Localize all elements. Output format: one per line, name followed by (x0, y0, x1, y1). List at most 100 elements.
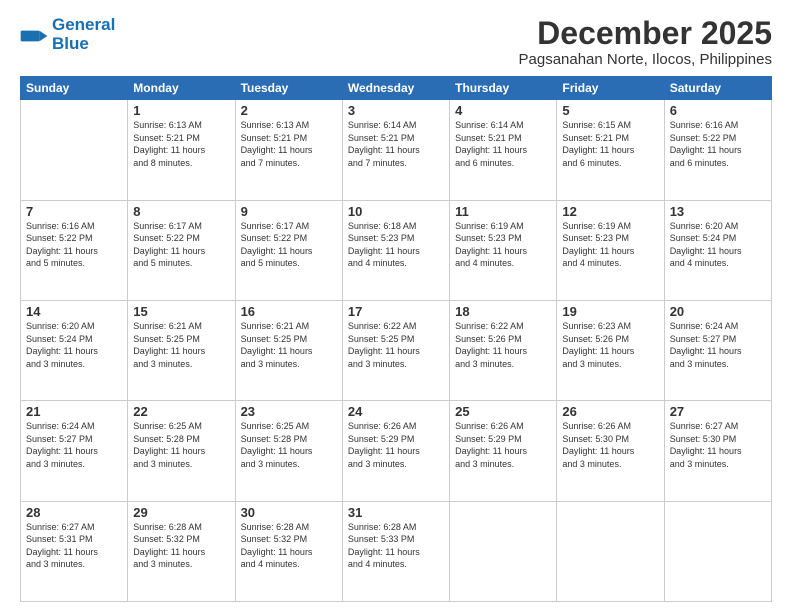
day-number: 26 (562, 404, 658, 419)
calendar-cell: 10Sunrise: 6:18 AM Sunset: 5:23 PM Dayli… (342, 200, 449, 300)
day-info: Sunrise: 6:21 AM Sunset: 5:25 PM Dayligh… (133, 320, 229, 370)
day-info: Sunrise: 6:28 AM Sunset: 5:32 PM Dayligh… (241, 521, 337, 571)
day-number: 10 (348, 204, 444, 219)
day-number: 6 (670, 103, 766, 118)
day-info: Sunrise: 6:25 AM Sunset: 5:28 PM Dayligh… (133, 420, 229, 470)
day-number: 23 (241, 404, 337, 419)
day-info: Sunrise: 6:26 AM Sunset: 5:29 PM Dayligh… (455, 420, 551, 470)
calendar-cell: 4Sunrise: 6:14 AM Sunset: 5:21 PM Daylig… (450, 100, 557, 200)
week-row-3: 21Sunrise: 6:24 AM Sunset: 5:27 PM Dayli… (21, 401, 772, 501)
calendar-cell: 5Sunrise: 6:15 AM Sunset: 5:21 PM Daylig… (557, 100, 664, 200)
logo: General Blue (20, 16, 115, 53)
day-number: 20 (670, 304, 766, 319)
calendar-cell: 28Sunrise: 6:27 AM Sunset: 5:31 PM Dayli… (21, 501, 128, 601)
col-header-tuesday: Tuesday (235, 77, 342, 100)
col-header-wednesday: Wednesday (342, 77, 449, 100)
day-info: Sunrise: 6:17 AM Sunset: 5:22 PM Dayligh… (133, 220, 229, 270)
title-block: December 2025 Pagsanahan Norte, Ilocos, … (519, 16, 773, 68)
day-info: Sunrise: 6:22 AM Sunset: 5:25 PM Dayligh… (348, 320, 444, 370)
calendar-table: SundayMondayTuesdayWednesdayThursdayFrid… (20, 76, 772, 602)
calendar-title: December 2025 (519, 16, 773, 51)
logo-icon (20, 28, 48, 44)
day-number: 24 (348, 404, 444, 419)
logo-text2: Blue (52, 35, 115, 54)
day-info: Sunrise: 6:20 AM Sunset: 5:24 PM Dayligh… (26, 320, 122, 370)
day-info: Sunrise: 6:28 AM Sunset: 5:32 PM Dayligh… (133, 521, 229, 571)
calendar-cell: 2Sunrise: 6:13 AM Sunset: 5:21 PM Daylig… (235, 100, 342, 200)
calendar-cell: 17Sunrise: 6:22 AM Sunset: 5:25 PM Dayli… (342, 300, 449, 400)
calendar-subtitle: Pagsanahan Norte, Ilocos, Philippines (519, 51, 773, 68)
calendar-cell: 8Sunrise: 6:17 AM Sunset: 5:22 PM Daylig… (128, 200, 235, 300)
day-number: 27 (670, 404, 766, 419)
day-info: Sunrise: 6:19 AM Sunset: 5:23 PM Dayligh… (562, 220, 658, 270)
day-number: 22 (133, 404, 229, 419)
page: General Blue December 2025 Pagsanahan No… (0, 0, 792, 612)
day-number: 28 (26, 505, 122, 520)
calendar-cell: 26Sunrise: 6:26 AM Sunset: 5:30 PM Dayli… (557, 401, 664, 501)
day-info: Sunrise: 6:16 AM Sunset: 5:22 PM Dayligh… (670, 119, 766, 169)
day-info: Sunrise: 6:21 AM Sunset: 5:25 PM Dayligh… (241, 320, 337, 370)
day-number: 17 (348, 304, 444, 319)
day-number: 12 (562, 204, 658, 219)
col-header-saturday: Saturday (664, 77, 771, 100)
calendar-cell: 27Sunrise: 6:27 AM Sunset: 5:30 PM Dayli… (664, 401, 771, 501)
day-number: 29 (133, 505, 229, 520)
day-info: Sunrise: 6:13 AM Sunset: 5:21 PM Dayligh… (241, 119, 337, 169)
calendar-cell: 1Sunrise: 6:13 AM Sunset: 5:21 PM Daylig… (128, 100, 235, 200)
day-number: 18 (455, 304, 551, 319)
day-number: 3 (348, 103, 444, 118)
day-number: 21 (26, 404, 122, 419)
day-info: Sunrise: 6:24 AM Sunset: 5:27 PM Dayligh… (26, 420, 122, 470)
day-number: 2 (241, 103, 337, 118)
col-header-sunday: Sunday (21, 77, 128, 100)
header-row: SundayMondayTuesdayWednesdayThursdayFrid… (21, 77, 772, 100)
day-number: 13 (670, 204, 766, 219)
day-number: 1 (133, 103, 229, 118)
calendar-cell: 3Sunrise: 6:14 AM Sunset: 5:21 PM Daylig… (342, 100, 449, 200)
day-number: 15 (133, 304, 229, 319)
week-row-4: 28Sunrise: 6:27 AM Sunset: 5:31 PM Dayli… (21, 501, 772, 601)
day-info: Sunrise: 6:27 AM Sunset: 5:30 PM Dayligh… (670, 420, 766, 470)
logo-text: General (52, 16, 115, 35)
day-info: Sunrise: 6:26 AM Sunset: 5:29 PM Dayligh… (348, 420, 444, 470)
calendar-cell: 12Sunrise: 6:19 AM Sunset: 5:23 PM Dayli… (557, 200, 664, 300)
day-number: 25 (455, 404, 551, 419)
calendar-cell (664, 501, 771, 601)
week-row-1: 7Sunrise: 6:16 AM Sunset: 5:22 PM Daylig… (21, 200, 772, 300)
calendar-cell: 11Sunrise: 6:19 AM Sunset: 5:23 PM Dayli… (450, 200, 557, 300)
calendar-cell (21, 100, 128, 200)
calendar-cell: 22Sunrise: 6:25 AM Sunset: 5:28 PM Dayli… (128, 401, 235, 501)
calendar-cell: 13Sunrise: 6:20 AM Sunset: 5:24 PM Dayli… (664, 200, 771, 300)
day-number: 16 (241, 304, 337, 319)
day-info: Sunrise: 6:14 AM Sunset: 5:21 PM Dayligh… (455, 119, 551, 169)
week-row-2: 14Sunrise: 6:20 AM Sunset: 5:24 PM Dayli… (21, 300, 772, 400)
day-number: 5 (562, 103, 658, 118)
day-info: Sunrise: 6:16 AM Sunset: 5:22 PM Dayligh… (26, 220, 122, 270)
calendar-cell: 20Sunrise: 6:24 AM Sunset: 5:27 PM Dayli… (664, 300, 771, 400)
calendar-cell: 29Sunrise: 6:28 AM Sunset: 5:32 PM Dayli… (128, 501, 235, 601)
calendar-cell: 7Sunrise: 6:16 AM Sunset: 5:22 PM Daylig… (21, 200, 128, 300)
calendar-cell: 30Sunrise: 6:28 AM Sunset: 5:32 PM Dayli… (235, 501, 342, 601)
calendar-cell: 24Sunrise: 6:26 AM Sunset: 5:29 PM Dayli… (342, 401, 449, 501)
day-number: 19 (562, 304, 658, 319)
day-number: 14 (26, 304, 122, 319)
day-info: Sunrise: 6:24 AM Sunset: 5:27 PM Dayligh… (670, 320, 766, 370)
day-number: 4 (455, 103, 551, 118)
col-header-monday: Monday (128, 77, 235, 100)
day-number: 31 (348, 505, 444, 520)
calendar-cell: 15Sunrise: 6:21 AM Sunset: 5:25 PM Dayli… (128, 300, 235, 400)
day-info: Sunrise: 6:27 AM Sunset: 5:31 PM Dayligh… (26, 521, 122, 571)
calendar-cell: 31Sunrise: 6:28 AM Sunset: 5:33 PM Dayli… (342, 501, 449, 601)
col-header-thursday: Thursday (450, 77, 557, 100)
day-info: Sunrise: 6:26 AM Sunset: 5:30 PM Dayligh… (562, 420, 658, 470)
calendar-cell: 9Sunrise: 6:17 AM Sunset: 5:22 PM Daylig… (235, 200, 342, 300)
day-info: Sunrise: 6:15 AM Sunset: 5:21 PM Dayligh… (562, 119, 658, 169)
day-info: Sunrise: 6:14 AM Sunset: 5:21 PM Dayligh… (348, 119, 444, 169)
day-number: 30 (241, 505, 337, 520)
calendar-cell (450, 501, 557, 601)
day-number: 8 (133, 204, 229, 219)
day-info: Sunrise: 6:17 AM Sunset: 5:22 PM Dayligh… (241, 220, 337, 270)
day-info: Sunrise: 6:20 AM Sunset: 5:24 PM Dayligh… (670, 220, 766, 270)
day-info: Sunrise: 6:23 AM Sunset: 5:26 PM Dayligh… (562, 320, 658, 370)
calendar-cell: 23Sunrise: 6:25 AM Sunset: 5:28 PM Dayli… (235, 401, 342, 501)
